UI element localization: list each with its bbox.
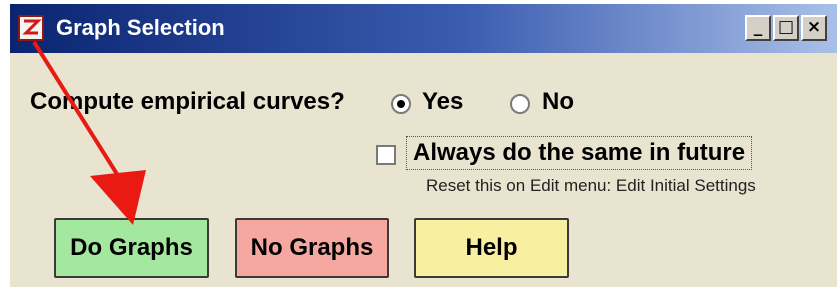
app-icon[interactable] (18, 15, 44, 41)
always-same-label[interactable]: Always do the same in future (406, 136, 753, 170)
close-button[interactable]: × (801, 15, 827, 41)
empirical-curves-question: Compute empirical curves? (30, 88, 345, 115)
window-title: Graph Selection (56, 15, 225, 40)
radio-yes[interactable] (391, 94, 411, 114)
help-button[interactable]: Help (414, 218, 569, 278)
always-same-checkbox[interactable] (376, 145, 396, 165)
radio-no-label[interactable]: No (542, 88, 574, 116)
no-graphs-button[interactable]: No Graphs (235, 218, 389, 278)
radio-selected-dot (397, 100, 405, 108)
title-bar[interactable]: Graph Selection _ □ × (10, 4, 837, 53)
radio-yes-label[interactable]: Yes (422, 88, 463, 116)
maximize-button[interactable]: □ (773, 15, 799, 41)
do-graphs-button[interactable]: Do Graphs (54, 218, 209, 278)
minimize-button[interactable]: _ (745, 15, 771, 41)
reset-hint: Reset this on Edit menu: Edit Initial Se… (426, 176, 756, 195)
radio-no[interactable] (510, 94, 530, 114)
graph-selection-window: Graph Selection _ □ × Compute empirical … (10, 4, 837, 287)
